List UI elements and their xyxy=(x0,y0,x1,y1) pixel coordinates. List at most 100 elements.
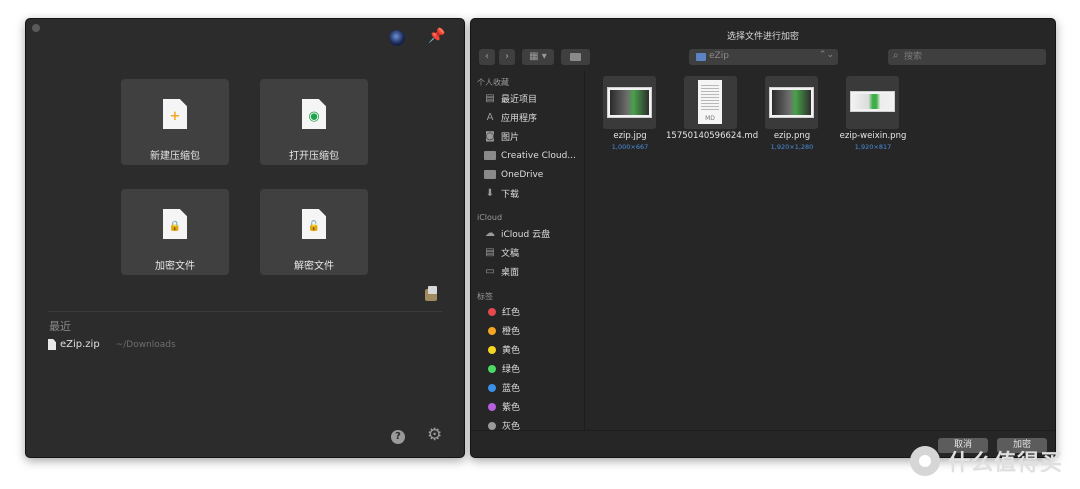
file-dimensions: 1,000×667 xyxy=(611,143,649,151)
recent-item-path: ~/Downloads xyxy=(115,339,176,350)
tile-label: 加密文件 xyxy=(155,261,195,272)
folder-icon xyxy=(484,150,496,162)
markdown-thumbnail: MD xyxy=(684,76,737,129)
path-popup[interactable]: eZip ⌃⌄ xyxy=(689,49,838,65)
open-archive-tile[interactable]: ◉ 打开压缩包 xyxy=(260,79,368,165)
divider xyxy=(48,311,442,312)
search-input[interactable] xyxy=(904,50,1034,64)
file-name: ezip.jpg xyxy=(613,131,647,141)
file-name: 15750140596624.md xyxy=(666,131,759,141)
decrypt-file-tile[interactable]: 🔓 解密文件 xyxy=(260,189,368,275)
sidebar-item-label: OneDrive xyxy=(501,169,544,180)
folder-icon xyxy=(484,169,496,181)
ezip-main-window: 📌 + 新建压缩包 ◉ 打开压缩包 🔒 加密文件 🔓 解密文件 最近 eZip.… xyxy=(25,18,465,458)
sidebar-item-onedrive[interactable]: OneDrive xyxy=(484,166,543,183)
pin-icon[interactable]: 📌 xyxy=(428,28,445,44)
window-close-button[interactable] xyxy=(32,24,40,32)
image-thumbnail xyxy=(846,76,899,129)
view-mode-button[interactable]: ▦ ▾ xyxy=(522,49,554,65)
downloads-icon: ⬇ xyxy=(485,188,495,199)
folder-icon xyxy=(570,53,581,61)
sidebar-tag-yellow[interactable]: 黄色 xyxy=(484,341,520,358)
sidebar-item-pictures[interactable]: ◙ 图片 xyxy=(484,128,519,145)
image-thumbnail xyxy=(765,76,818,129)
sidebar-item-label: iCloud 云盘 xyxy=(501,230,551,240)
sidebar-item-label: 图片 xyxy=(501,133,520,143)
sidebar-item-label: 红色 xyxy=(502,308,521,318)
tile-label: 解密文件 xyxy=(294,261,334,272)
watermark-logo-icon xyxy=(910,446,940,476)
zip-file-icon xyxy=(48,339,56,350)
sidebar-tag-purple[interactable]: 紫色 xyxy=(484,398,520,415)
purple-tag-dot xyxy=(488,402,496,411)
sidebar-item-label: 黄色 xyxy=(502,346,521,356)
recent-item[interactable]: eZip.zip ~/Downloads xyxy=(48,339,176,350)
dialog-title: 选择文件进行加密 xyxy=(726,32,799,42)
sidebar-item-desktop[interactable]: ▭ 桌面 xyxy=(484,263,519,280)
sidebar-item-label: 绿色 xyxy=(502,365,521,375)
red-tag-dot xyxy=(488,307,496,316)
back-button[interactable]: ‹ xyxy=(479,49,495,65)
applications-icon: A xyxy=(486,112,494,123)
recents-icon: ▤ xyxy=(485,93,495,104)
open-archive-icon: ◉ xyxy=(302,99,326,129)
new-archive-tile[interactable]: + 新建压缩包 xyxy=(121,79,229,165)
gray-tag-dot xyxy=(488,421,496,430)
orange-tag-dot xyxy=(488,326,496,335)
sidebar-item-icloud-drive[interactable]: ☁ iCloud 云盘 xyxy=(484,225,550,242)
path-label: eZip xyxy=(709,51,729,61)
chevron-updown-icon: ⌃⌄ xyxy=(818,50,834,60)
dialog-titlebar: 选择文件进行加密 xyxy=(471,19,1055,47)
green-tag-dot xyxy=(488,364,496,373)
sidebar-tag-green[interactable]: 绿色 xyxy=(484,360,520,377)
cloud-icon: ☁ xyxy=(485,228,495,239)
sidebar-item-label: 桌面 xyxy=(501,268,520,278)
folder-icon xyxy=(696,53,706,61)
sidebar-item-label: 最近项目 xyxy=(501,95,538,105)
unlock-icon: 🔓 xyxy=(307,221,321,232)
image-thumbnail xyxy=(603,76,656,129)
forward-button[interactable]: › xyxy=(499,49,515,65)
eye-icon: ◉ xyxy=(308,109,320,124)
pictures-icon: ◙ xyxy=(485,131,495,142)
group-button[interactable] xyxy=(561,49,590,65)
documents-icon: ▤ xyxy=(485,247,495,258)
desktop-icon: ▭ xyxy=(485,266,495,277)
sidebar-item-documents[interactable]: ▤ 文稿 xyxy=(484,244,519,261)
icloud-header: iCloud xyxy=(477,213,503,222)
tile-label: 新建压缩包 xyxy=(150,151,200,162)
blue-tag-dot xyxy=(488,383,496,392)
sidebar-item-label: 橙色 xyxy=(502,327,521,337)
file-browser: ezip.jpg 1,000×667 MD 15750140596624.md … xyxy=(585,71,1055,431)
archive-icon[interactable] xyxy=(425,286,437,301)
sidebar-item-applications[interactable]: A 应用程序 xyxy=(484,109,537,126)
recent-title: 最近 xyxy=(49,320,71,333)
tile-label: 打开压缩包 xyxy=(289,151,339,162)
sidebar-item-recents[interactable]: ▤ 最近项目 xyxy=(484,90,537,107)
search-icon: ⌕ xyxy=(893,50,899,61)
search-box[interactable]: ⌕ xyxy=(888,49,1046,65)
new-archive-icon: + xyxy=(163,99,187,129)
sidebar-item-label: 下载 xyxy=(501,190,520,200)
md-tag: MD xyxy=(705,115,715,122)
sidebar-item-label: 文稿 xyxy=(501,249,520,259)
sidebar-item-label: Creative Cloud... xyxy=(501,150,576,161)
sidebar-item-downloads[interactable]: ⬇ 下载 xyxy=(484,185,519,202)
file-name: ezip-weixin.png xyxy=(839,131,907,141)
yellow-tag-dot xyxy=(488,345,496,354)
user-avatar[interactable] xyxy=(389,30,405,46)
sidebar-tag-gray[interactable]: 灰色 xyxy=(484,417,520,431)
sidebar-item-creative-cloud[interactable]: Creative Cloud... xyxy=(484,147,576,164)
encrypt-file-tile[interactable]: 🔒 加密文件 xyxy=(121,189,229,275)
watermark: 什么值得买 xyxy=(910,445,1063,477)
gear-icon[interactable]: ⚙ xyxy=(427,427,442,444)
sidebar-item-label: 应用程序 xyxy=(501,114,538,124)
help-icon[interactable]: ? xyxy=(391,430,405,444)
file-open-dialog: 选择文件进行加密 ‹ › ▦ ▾ eZip ⌃⌄ ⌕ 个人收藏 ▤ 最近项目 A… xyxy=(470,18,1056,458)
sidebar-tag-blue[interactable]: 蓝色 xyxy=(484,379,520,396)
favorites-header: 个人收藏 xyxy=(477,78,509,87)
sidebar-tag-orange[interactable]: 橙色 xyxy=(484,322,520,339)
dialog-sidebar: 个人收藏 ▤ 最近项目 A 应用程序 ◙ 图片 Creative Cloud..… xyxy=(471,71,585,431)
sidebar-tag-red[interactable]: 红色 xyxy=(484,303,520,320)
tags-header: 标签 xyxy=(477,292,493,301)
